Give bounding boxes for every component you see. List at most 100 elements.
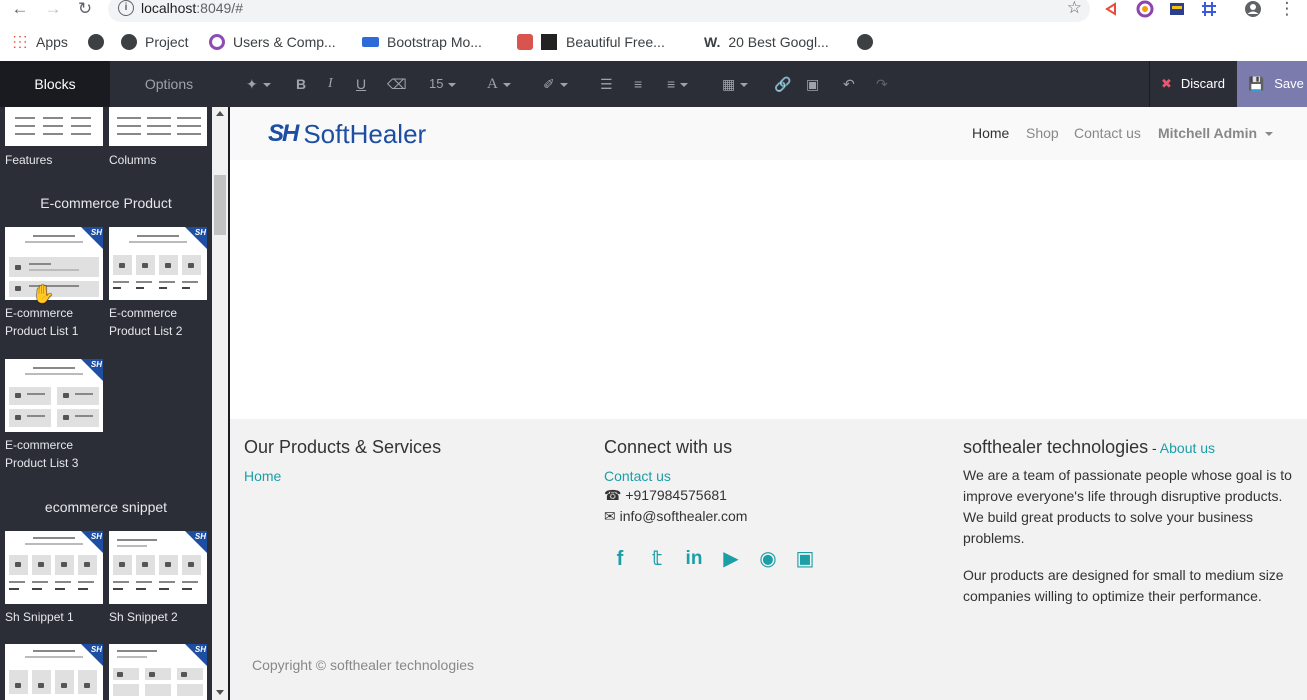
profile-icon[interactable] — [1244, 0, 1262, 18]
b-icon — [517, 34, 533, 50]
extension-icon[interactable] — [1136, 0, 1154, 18]
bookmark-apps[interactable]: Apps — [12, 32, 68, 52]
paint-brush-icon[interactable]: ✐ — [543, 74, 568, 94]
category-title: E-commerce Product — [40, 195, 172, 211]
ordered-list-icon[interactable]: ≡ — [634, 74, 642, 94]
url-text[interactable]: localhost:8049/# — [141, 0, 243, 16]
thumb-line — [159, 581, 175, 583]
block-thumbnail-snippet-4[interactable]: SH — [109, 644, 207, 700]
tab-options[interactable]: Options — [110, 61, 228, 107]
block-thumbnail-ecom-list-2[interactable]: SH — [109, 227, 207, 300]
bookmark-bootstrap[interactable]: Bootstrap Mo... — [362, 32, 482, 52]
link-icon[interactable]: 🔗 — [774, 74, 791, 94]
reload-icon[interactable]: ↻ — [75, 0, 95, 20]
copyright-text: Copyright © softhealer technologies — [252, 657, 474, 673]
scrollbar-thumb[interactable] — [214, 175, 226, 235]
extension-icon[interactable] — [1104, 0, 1122, 18]
block-label: Sh Snippet 2 — [109, 610, 178, 624]
globe-icon — [857, 34, 873, 50]
underline-button[interactable]: U — [356, 74, 366, 94]
bold-button[interactable]: B — [296, 74, 306, 94]
sh-badge: SH — [194, 532, 206, 541]
table-icon[interactable]: ▦ — [722, 74, 749, 94]
extension-icon[interactable] — [1200, 0, 1218, 18]
bookmark-globe[interactable] — [88, 32, 112, 52]
thumb-line — [15, 133, 35, 135]
align-dropdown[interactable]: ≡ — [667, 74, 689, 94]
logo-text: SoftHealer — [303, 118, 427, 149]
thumb-line — [136, 581, 152, 583]
block-thumbnail-snippet-3[interactable]: SH — [5, 644, 103, 700]
forward-arrow-icon[interactable]: → — [43, 0, 63, 20]
undo-icon[interactable]: ↶ — [843, 74, 855, 94]
footer-about-p1: We are a team of passionate people whose… — [963, 467, 1292, 546]
extension-icon[interactable] — [1168, 0, 1186, 18]
camera-icon — [165, 562, 171, 567]
menu-dots-icon[interactable]: ⋮ — [1277, 0, 1297, 20]
thumb-line — [117, 117, 141, 119]
block-label: E-commerce Product List 3 — [5, 438, 79, 470]
bookmark-users[interactable]: Users & Comp... — [209, 32, 336, 52]
footer-about-link[interactable]: About us — [1160, 440, 1215, 456]
thumb-line — [9, 581, 25, 583]
site-info-icon[interactable]: i — [118, 0, 134, 16]
facebook-icon[interactable]: f — [608, 547, 632, 571]
instagram-icon[interactable]: ▣ — [793, 547, 817, 571]
image-icon[interactable]: ▣ — [806, 74, 819, 94]
nav-shop[interactable]: Shop — [1026, 125, 1059, 141]
globe-icon — [88, 34, 104, 50]
bookmark-google-fonts[interactable]: W. 20 Best Googl... — [704, 32, 829, 52]
sidebar-scrollbar[interactable] — [212, 107, 228, 700]
scroll-down-icon[interactable] — [216, 690, 224, 695]
site-logo[interactable]: SH SoftHealer — [268, 118, 427, 149]
block-thumbnail-features[interactable] — [5, 107, 103, 146]
scroll-up-icon[interactable] — [216, 111, 224, 116]
address-bar[interactable]: i localhost:8049/# ☆ — [108, 0, 1090, 22]
user-menu[interactable]: Mitchell Admin — [1158, 125, 1274, 141]
block-thumbnail-snippet-2[interactable]: SH — [109, 531, 207, 604]
thumb-line — [33, 235, 75, 237]
unordered-list-icon[interactable]: ☰ — [600, 74, 613, 94]
block-thumbnail-columns[interactable] — [109, 107, 207, 146]
italic-button[interactable]: I — [328, 74, 333, 94]
discard-button[interactable]: ✖ Discard — [1149, 61, 1237, 107]
save-button[interactable]: 💾 Save — [1237, 61, 1307, 107]
camera-icon — [15, 393, 21, 398]
font-size-dropdown[interactable]: 15 — [429, 74, 457, 94]
camera-icon — [117, 672, 123, 677]
logo-mark: SH — [268, 120, 299, 147]
youtube-icon[interactable]: ▶ — [719, 547, 743, 571]
thumb-line — [9, 588, 19, 590]
sh-badge: SH — [194, 645, 206, 654]
linkedin-icon[interactable]: in — [682, 547, 706, 571]
eraser-icon[interactable]: ⌫ — [387, 74, 407, 94]
bookmark-beautiful-free[interactable]: Beautiful Free... — [517, 32, 665, 52]
nav-home[interactable]: Home — [972, 125, 1009, 141]
bookmark-star-icon[interactable]: ☆ — [1067, 0, 1082, 18]
sh-badge: SH — [194, 228, 206, 237]
thumb-line — [15, 117, 35, 119]
footer-home-link[interactable]: Home — [244, 468, 281, 484]
camera-icon — [142, 562, 148, 567]
block-thumbnail-ecom-list-3[interactable]: SH — [5, 359, 103, 432]
bookmark-project[interactable]: Project — [121, 32, 189, 52]
block-thumbnail-snippet-1[interactable]: SH — [5, 531, 103, 604]
magic-wand-icon[interactable]: ✦ — [246, 74, 271, 94]
github-icon[interactable]: ◉ — [756, 547, 780, 571]
font-color-dropdown[interactable]: A — [487, 74, 511, 94]
thumb-line — [117, 539, 157, 541]
footer-email: ✉ info@softhealer.com — [604, 508, 748, 524]
footer-connect-title: Connect with us — [604, 437, 733, 457]
footer-contact-link[interactable]: Contact us — [604, 468, 671, 484]
category-title: ecommerce snippet — [44, 499, 168, 515]
back-arrow-icon[interactable]: ← — [10, 0, 30, 20]
thumb-line — [75, 415, 93, 417]
thumb-line — [159, 281, 175, 283]
twitter-icon[interactable]: 𝕥 — [645, 547, 669, 571]
redo-icon[interactable]: ↷ — [876, 74, 888, 94]
tab-blocks[interactable]: Blocks — [0, 61, 110, 107]
bookmark-globe-2[interactable] — [857, 32, 881, 52]
nav-contact[interactable]: Contact us — [1074, 125, 1141, 141]
thumb-line — [117, 656, 147, 658]
camera-icon — [15, 415, 21, 420]
